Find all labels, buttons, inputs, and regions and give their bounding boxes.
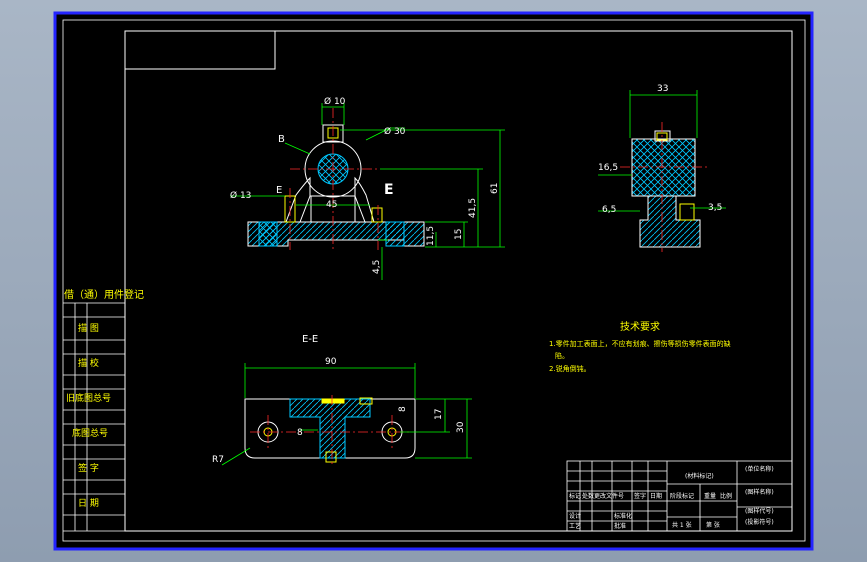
dim-15: 15 — [454, 229, 464, 240]
dim-phi30: Ø 30 — [384, 126, 406, 137]
tb-design: 设计 — [569, 512, 581, 520]
dim-3-5: 3,5 — [708, 203, 722, 213]
tb-sheets-total: 共 1 张 — [672, 521, 692, 529]
dim-17: 17 — [434, 409, 444, 420]
dim-30: 30 — [456, 421, 466, 433]
register-row-5: 签 字 — [78, 462, 99, 474]
dim-phi10: Ø 10 — [324, 96, 346, 107]
dim-45: 45 — [326, 200, 337, 210]
register-row-1: 描 图 — [78, 322, 99, 334]
dim-8-b: 8 — [297, 428, 303, 438]
tb-sheet-no: 第 张 — [706, 521, 720, 529]
label-b: B — [278, 134, 285, 145]
tb-scale: 比例 — [720, 492, 732, 500]
drawing-sheet: B E E Ø 10 Ø 30 Ø 13 45 61 41,5 15 11,5 … — [53, 11, 814, 551]
sheet-background — [53, 11, 814, 551]
tech-heading: 技术要求 — [620, 320, 660, 333]
label-e-small: E — [276, 185, 282, 196]
dim-8-a: 8 — [398, 406, 408, 412]
tb-process: 工艺 — [569, 522, 581, 530]
tech-line-1b: 陷。 — [555, 351, 569, 360]
tb-date: 日期 — [650, 492, 662, 500]
tb-mark: 标记 — [569, 492, 581, 500]
tb-count: 处数 — [582, 492, 594, 500]
dim-61: 61 — [490, 183, 500, 194]
tb-sign: 签字 — [634, 492, 646, 500]
tech-line-1: 1.零件加工表面上，不应有划痕、擦伤等损伤零件表面的缺 — [549, 339, 731, 348]
dim-phi13: Ø 13 — [230, 190, 251, 201]
tb-approve: 批准 — [614, 522, 626, 530]
dim-90: 90 — [325, 357, 337, 367]
tb-material: (材料标记) — [685, 472, 714, 480]
register-row-4: 底图总号 — [72, 427, 108, 439]
tb-drawing-name: (图样名称) — [745, 488, 774, 496]
tb-weight: 重量 — [704, 492, 716, 500]
tb-standard: 标准化 — [614, 512, 632, 520]
tb-stage: 阶段标记 — [670, 492, 694, 500]
register-row-2: 描 校 — [78, 357, 99, 369]
dim-16-5: 16,5 — [598, 163, 618, 173]
tb-company: (单位名称) — [745, 465, 774, 473]
dim-11-5: 11,5 — [426, 226, 436, 246]
dim-33: 33 — [657, 84, 668, 94]
section-title: E-E — [302, 334, 318, 345]
register-title: 借（通）用件登记 — [64, 288, 144, 301]
dim-r7: R7 — [212, 455, 224, 465]
side-upper-hatch — [631, 138, 696, 197]
tech-line-2: 2.锐角倒钝。 — [549, 364, 591, 373]
tb-projection: (投影符号) — [745, 518, 774, 526]
register-row-6: 日 期 — [78, 498, 99, 509]
dim-41-5: 41,5 — [468, 198, 478, 218]
dim-4-5: 4,5 — [372, 260, 382, 274]
register-row-3: 旧底图总号 — [66, 392, 111, 404]
side-view — [631, 130, 701, 248]
tb-change-doc: 更改文件号 — [594, 492, 624, 500]
tb-drawing-code: (图样代号) — [745, 507, 774, 515]
dim-6-5: 6,5 — [602, 205, 616, 215]
label-e-big: E — [384, 182, 394, 198]
